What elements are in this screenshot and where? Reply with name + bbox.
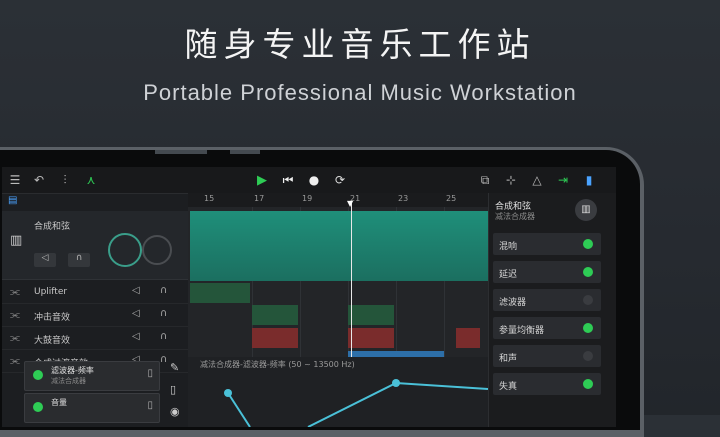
automation-item[interactable]: 音量 ▯	[24, 393, 160, 423]
automation-item[interactable]: 滤波器-频率 减法合成器 ▯	[24, 361, 160, 391]
track-name: 合成和弦	[34, 222, 71, 232]
fx-toggle[interactable]	[583, 267, 593, 277]
fx-toggle[interactable]	[583, 379, 593, 389]
volume-knob[interactable]	[108, 233, 142, 267]
waveform-icon: ⫘	[10, 354, 20, 367]
export-icon[interactable]: ⇥	[556, 171, 570, 189]
headphone-icon[interactable]: ∩	[160, 308, 167, 319]
panel-icon[interactable]: ▮	[582, 171, 596, 189]
speaker-icon[interactable]: ◁	[132, 285, 140, 296]
automation-point	[392, 379, 400, 387]
fx-label: 失真	[499, 382, 518, 392]
ruler-tick: 23	[398, 194, 409, 203]
subline: Portable Professional Music Workstation	[143, 80, 577, 105]
keyboard-icon[interactable]: ▥	[575, 199, 597, 221]
automation-point	[224, 389, 232, 397]
headphone-icon[interactable]: ∩	[160, 354, 167, 365]
waveform-icon: ⫘	[10, 308, 20, 321]
automation-subtitle: 减法合成器	[51, 377, 86, 385]
ruler-tick: 17	[254, 194, 265, 203]
top-toolbar: ☰ ↶ ⫶ ⋏ ▶ ⏮ ● ⟳ ⧉ ⊹ △ ⇥ ▮	[2, 167, 616, 194]
track-name: 大鼓音效	[34, 336, 71, 346]
clip-impact[interactable]	[348, 305, 394, 325]
track-list: ▤ ▥ 合成和弦 ◁ ∩ ⫘ Uplifter ◁ ∩ ⫘ 冲击音效 ◁ ∩ ⫘…	[2, 193, 188, 373]
pan-knob[interactable]	[142, 235, 172, 265]
fx-toggle[interactable]	[583, 295, 593, 305]
automation-title: 音量	[51, 398, 67, 407]
track-row[interactable]: ⫘ 大鼓音效 ◁ ∩	[2, 327, 188, 350]
fx-label: 和声	[499, 354, 518, 364]
record-icon[interactable]: ●	[306, 171, 322, 189]
clip-synth[interactable]	[190, 211, 488, 281]
clip-kick[interactable]	[348, 328, 394, 348]
split-icon[interactable]: ⊹	[504, 171, 518, 189]
playhead-marker[interactable]: ▼	[347, 199, 353, 208]
fx-item[interactable]: 和声	[493, 345, 601, 367]
fx-subtitle: 减法合成器	[495, 212, 535, 221]
effects-panel: 合成和弦 减法合成器 ▥ 混响 延迟 滤波器 参量均衡器 和声 失真	[488, 193, 616, 427]
loop-icon[interactable]: ⟳	[332, 171, 348, 189]
sensor-bump	[230, 150, 260, 154]
automation-curve[interactable]	[188, 357, 488, 427]
timeline-ruler[interactable]: 15 17 19 21 23 25	[188, 193, 488, 207]
trash-icon[interactable]: ▯	[147, 368, 153, 379]
automation-title: 滤波器-频率	[51, 366, 94, 375]
headphone-icon[interactable]: ∩	[160, 331, 167, 342]
headphone-icon[interactable]: ∩	[68, 253, 90, 267]
undo-icon[interactable]: ↶	[32, 171, 46, 189]
fx-item[interactable]: 滤波器	[493, 289, 601, 311]
clip-uplifter[interactable]	[190, 283, 250, 303]
automation-toggle[interactable]	[33, 402, 43, 412]
track-row[interactable]: ⫘ Uplifter ◁ ∩	[2, 281, 188, 304]
fx-item[interactable]: 混响	[493, 233, 601, 255]
fx-toggle[interactable]	[583, 323, 593, 333]
track-synth[interactable]: ▥ 合成和弦 ◁ ∩	[2, 211, 188, 280]
fx-item[interactable]: 失真	[493, 373, 601, 395]
skip-back-icon[interactable]: ⏮	[280, 171, 296, 189]
menu-icon[interactable]: ☰	[8, 171, 22, 189]
fx-toggle[interactable]	[583, 239, 593, 249]
fx-item[interactable]: 延迟	[493, 261, 601, 283]
fx-toggle[interactable]	[583, 351, 593, 361]
headphone-icon[interactable]: ∩	[160, 285, 167, 296]
clip-kick[interactable]	[456, 328, 480, 348]
fx-label: 混响	[499, 242, 518, 252]
track-view-icon[interactable]: ▤	[8, 195, 17, 206]
automation-toggle[interactable]	[33, 370, 43, 380]
speaker-icon[interactable]: ◁	[132, 308, 140, 319]
trash-icon[interactable]: ▯	[170, 383, 176, 396]
fx-label: 延迟	[499, 270, 518, 280]
play-icon[interactable]: ▶	[254, 171, 270, 189]
waveform-icon: ⫘	[10, 285, 20, 298]
fx-item[interactable]: 参量均衡器	[493, 317, 601, 339]
speaker-icon[interactable]: ◁	[132, 331, 140, 342]
eye-icon[interactable]: ◉	[170, 405, 180, 418]
clip-kick[interactable]	[252, 328, 298, 348]
automation-lane[interactable]: 减法合成器-滤波器-频率 (50 ~ 13500 Hz)	[188, 357, 488, 427]
keyboard-icon: ▥	[10, 233, 23, 248]
arrangement-area[interactable]	[188, 207, 488, 357]
metronome-icon[interactable]: △	[530, 171, 544, 189]
fx-label: 参量均衡器	[499, 326, 545, 336]
camera-bump	[155, 150, 207, 154]
track-name: 冲击音效	[34, 313, 71, 323]
automation-list: 滤波器-频率 减法合成器 ▯ 音量 ▯	[24, 357, 160, 427]
speaker-icon[interactable]: ◁	[34, 253, 56, 267]
ruler-tick: 15	[204, 194, 215, 203]
track-name: Uplifter	[34, 287, 68, 297]
trash-icon[interactable]: ▯	[147, 400, 153, 411]
copy-icon[interactable]: ⧉	[478, 171, 492, 189]
headline: 随身专业音乐工作站	[184, 25, 536, 64]
waveform-icon: ⫘	[10, 331, 20, 344]
app-screen: ☰ ↶ ⫶ ⋏ ▶ ⏮ ● ⟳ ⧉ ⊹ △ ⇥ ▮ 15 17 19 21 23…	[2, 167, 616, 427]
pencil-icon[interactable]: ✎	[170, 361, 179, 374]
ruler-tick: 19	[302, 194, 313, 203]
clip-impact[interactable]	[252, 305, 298, 325]
fx-label: 滤波器	[499, 298, 527, 308]
mixer-icon[interactable]: ⫶	[58, 171, 72, 189]
nodes-icon[interactable]: ⋏	[84, 171, 98, 189]
fx-header: 合成和弦 减法合成器 ▥	[489, 193, 616, 229]
track-row[interactable]: ⫘ 冲击音效 ◁ ∩	[2, 304, 188, 327]
ruler-tick: 25	[446, 194, 457, 203]
